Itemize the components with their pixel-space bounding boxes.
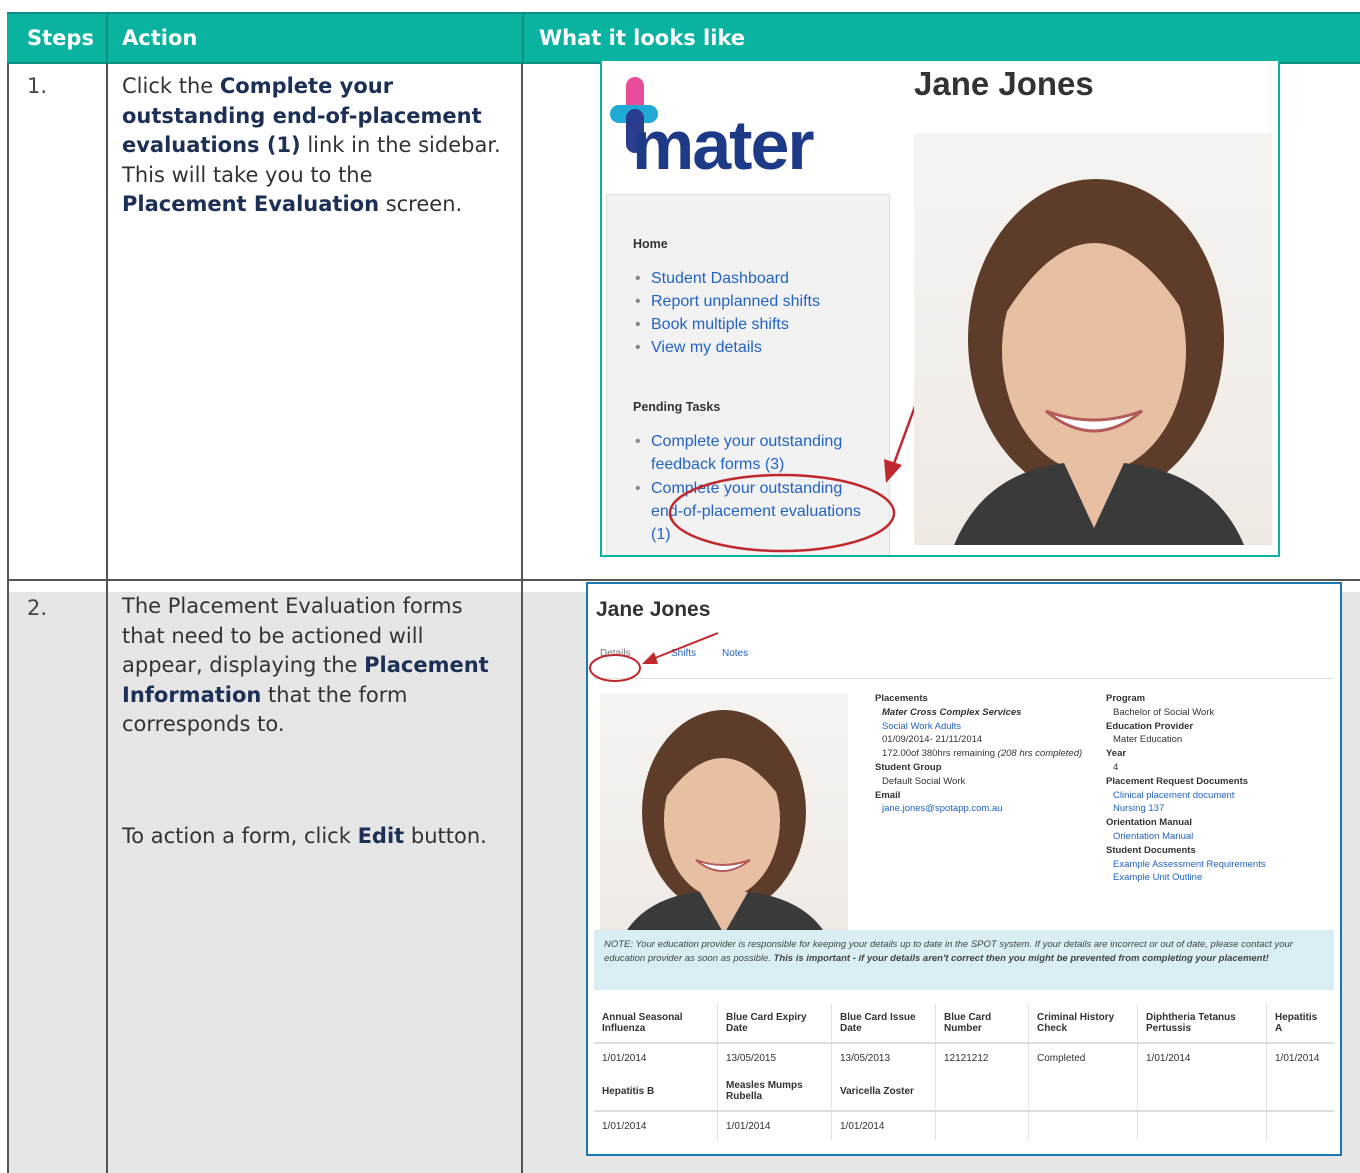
placement-info: Placements Mater Cross Complex Services … <box>875 692 1115 816</box>
step-2-action-edit: To action a form, click Edit button. <box>122 824 487 848</box>
link-email[interactable]: jane.jones@spotapp.com.au <box>875 802 1115 816</box>
header-steps: Steps <box>27 26 94 50</box>
link-social-work-adults[interactable]: Social Work Adults <box>875 720 1115 734</box>
screenshot-sidebar: mater Jane Jones Home • Student Dashboard… <box>600 59 1280 557</box>
note-banner: NOTE: Your education provider is respons… <box>594 930 1334 990</box>
link-nursing-137[interactable]: Nursing 137 <box>1106 802 1336 816</box>
link-orientation-manual[interactable]: Orientation Manual <box>1106 830 1336 844</box>
step-2-action: The Placement Evaluation forms that need… <box>122 594 489 736</box>
link-assessment-requirements[interactable]: Example Assessment Requirements <box>1106 858 1336 872</box>
table-header: Steps Action What it looks like <box>7 12 1360 64</box>
highlight-annotation <box>589 632 719 682</box>
header-looks: What it looks like <box>539 26 746 50</box>
step-2-number: 2. <box>27 596 48 620</box>
header-action: Action <box>122 26 198 50</box>
link-clinical-placement-document[interactable]: Clinical placement document <box>1106 789 1336 803</box>
step-1-number: 1. <box>27 74 48 98</box>
link-unit-outline[interactable]: Example Unit Outline <box>1106 871 1336 885</box>
student-photo <box>914 133 1272 545</box>
screenshot-profile-details: Jane Jones Details Shifts Notes Placemen… <box>586 582 1342 1156</box>
program-info: Program Bachelor of Social Work Educatio… <box>1106 692 1336 885</box>
student-photo <box>600 694 848 942</box>
vaccination-table: Annual Seasonal Influenza Blue Card Expi… <box>594 1004 1334 1140</box>
step-1-action: Click the Complete your outstanding end-… <box>122 74 501 216</box>
